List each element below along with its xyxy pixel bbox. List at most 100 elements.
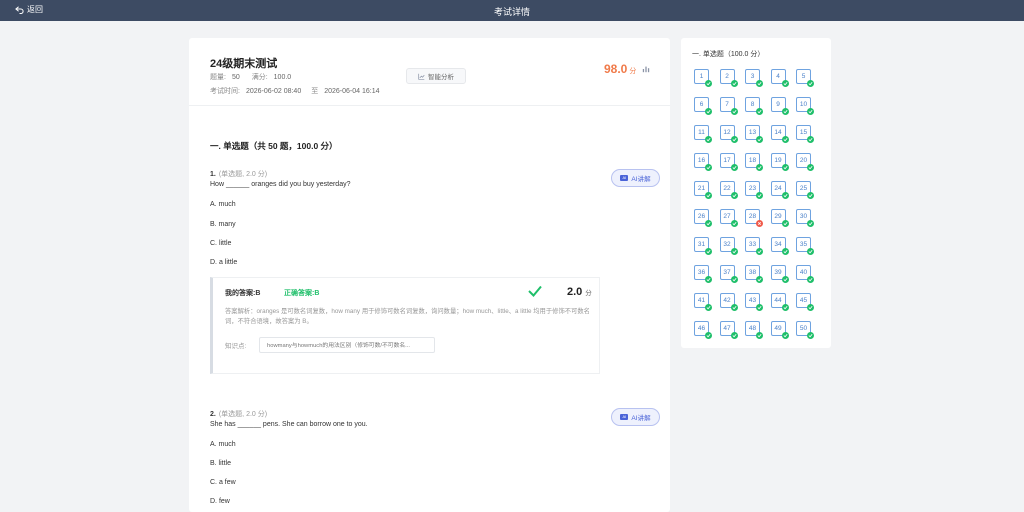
question-nav-item[interactable]: 47 — [719, 321, 738, 339]
question-nav-number: 15 — [799, 129, 808, 136]
time-start: 2026-06-02 08:40 — [245, 88, 302, 95]
question-nav-item[interactable]: 50 — [796, 321, 814, 339]
check-icon — [730, 108, 738, 115]
question-nav-item[interactable]: 27 — [719, 209, 738, 227]
question-nav-item[interactable]: 5 — [796, 69, 814, 87]
knowledge-point-label: 知识点: — [225, 343, 247, 350]
bar-chart-icon[interactable] — [642, 65, 650, 73]
question-nav-item[interactable]: 25 — [796, 181, 814, 199]
check-icon — [807, 276, 814, 283]
question-nav-item[interactable]: 29 — [770, 209, 789, 227]
question-nav-item[interactable]: 44 — [770, 293, 789, 311]
question-header: 2. (单选题, 2.0 分) — [210, 409, 267, 419]
question-nav-item[interactable]: 6 — [694, 97, 712, 115]
check-icon — [730, 164, 738, 171]
question-score-unit: 分 — [585, 290, 592, 297]
question-nav-item[interactable]: 22 — [719, 181, 738, 199]
exam-time-row: 考试时间: 2026-06-02 08:40 至 2026-06-04 16:14 — [210, 86, 390, 96]
question-nav-item[interactable]: 42 — [719, 293, 738, 311]
question-nav-item[interactable]: 18 — [745, 153, 763, 171]
question-nav-item[interactable]: 24 — [770, 181, 789, 199]
question-nav-item[interactable]: 40 — [796, 265, 814, 283]
check-icon — [807, 164, 814, 171]
option[interactable]: C. a few — [210, 479, 236, 486]
question-nav-item[interactable]: 41 — [694, 293, 712, 311]
question-nav-number: 26 — [697, 213, 706, 220]
question-nav-item[interactable]: 34 — [770, 237, 789, 255]
check-icon — [730, 332, 738, 339]
ai-explain-button[interactable]: AI AI讲解 — [611, 408, 660, 426]
question-nav-number: 30 — [799, 213, 808, 220]
check-icon — [781, 276, 789, 283]
check-icon — [705, 220, 712, 227]
question-nav-item[interactable]: 39 — [770, 265, 789, 283]
question-nav-item[interactable]: 37 — [719, 265, 738, 283]
question-nav-item[interactable]: 4 — [770, 69, 789, 87]
question-nav-item[interactable]: 11 — [694, 125, 712, 143]
option[interactable]: C. little — [210, 240, 231, 247]
option[interactable]: D. a little — [210, 259, 237, 266]
question-nav-item[interactable]: 2 — [719, 69, 738, 87]
question-nav-item[interactable]: 1 — [694, 69, 712, 87]
question-nav-number: 6 — [699, 101, 704, 108]
question-nav-item[interactable]: 9 — [770, 97, 789, 115]
option[interactable]: B. many — [210, 221, 236, 228]
question-nav-item[interactable]: 38 — [745, 265, 763, 283]
question-nav-item[interactable]: 8 — [745, 97, 763, 115]
top-bar: 返回 考试详情 — [0, 0, 1024, 21]
question-nav-item[interactable]: 43 — [745, 293, 763, 311]
question-nav-item[interactable]: 32 — [719, 237, 738, 255]
question-nav-item[interactable]: 36 — [694, 265, 712, 283]
question-nav-item[interactable]: 30 — [796, 209, 814, 227]
ai-explain-button[interactable]: AI AI讲解 — [611, 169, 660, 187]
question-nav-number: 34 — [774, 241, 782, 248]
question-nav-item[interactable]: 26 — [694, 209, 712, 227]
question-nav-number: 44 — [774, 297, 782, 304]
question-nav-item[interactable]: 48 — [745, 321, 763, 339]
question-nav-item[interactable]: 7 — [719, 97, 738, 115]
check-icon — [730, 248, 738, 255]
check-icon — [756, 276, 763, 283]
question-nav-number: 14 — [774, 129, 782, 136]
question-nav-number: 23 — [748, 185, 757, 192]
my-answer: 我的答案:B — [225, 290, 261, 297]
time-label: 考试时间: — [210, 88, 240, 95]
question-nav-item[interactable]: 13 — [745, 125, 763, 143]
knowledge-point-tag[interactable]: howmany与howmuch的用法区别（修饰可数/不可数名... — [259, 337, 435, 353]
question-number: 2. — [210, 411, 216, 418]
question-nav-item[interactable]: 23 — [745, 181, 763, 199]
check-icon — [756, 80, 763, 87]
question-nav-item[interactable]: 49 — [770, 321, 789, 339]
answer-card-title: 一. 单选题（100.0 分） — [692, 51, 765, 58]
question-nav-item[interactable]: 31 — [694, 237, 712, 255]
question-nav-item[interactable]: 14 — [770, 125, 789, 143]
question-nav-item[interactable]: 12 — [719, 125, 738, 143]
question-nav-item[interactable]: 46 — [694, 321, 712, 339]
question-nav-number: 25 — [799, 185, 808, 192]
question-nav-item[interactable]: 10 — [796, 97, 814, 115]
total-score: 98.0 分 — [604, 62, 650, 76]
check-icon — [705, 276, 712, 283]
question-nav-item[interactable]: 28 — [745, 209, 763, 227]
question-nav-item[interactable]: 19 — [770, 153, 789, 171]
question-nav-item[interactable]: 17 — [719, 153, 738, 171]
question-nav-item[interactable]: 20 — [796, 153, 814, 171]
question-nav-item[interactable]: 45 — [796, 293, 814, 311]
smart-analysis-button[interactable]: 智能分析 — [406, 68, 466, 84]
question-nav-item[interactable]: 33 — [745, 237, 763, 255]
question-nav-item[interactable]: 15 — [796, 125, 814, 143]
question-nav-number: 24 — [774, 185, 782, 192]
option[interactable]: B. little — [210, 460, 231, 467]
option[interactable]: D. few — [210, 498, 230, 505]
question-nav-number: 2 — [725, 73, 729, 80]
question-nav-number: 11 — [698, 129, 705, 136]
question-nav-item[interactable]: 21 — [694, 181, 712, 199]
option[interactable]: A. much — [210, 201, 236, 208]
check-icon — [730, 304, 738, 311]
check-icon — [730, 80, 738, 87]
question-nav-item[interactable]: 16 — [694, 153, 712, 171]
option[interactable]: A. much — [210, 441, 236, 448]
question-nav-item[interactable]: 3 — [745, 69, 763, 87]
question-nav-item[interactable]: 35 — [796, 237, 814, 255]
question-nav-number: 39 — [774, 269, 782, 276]
